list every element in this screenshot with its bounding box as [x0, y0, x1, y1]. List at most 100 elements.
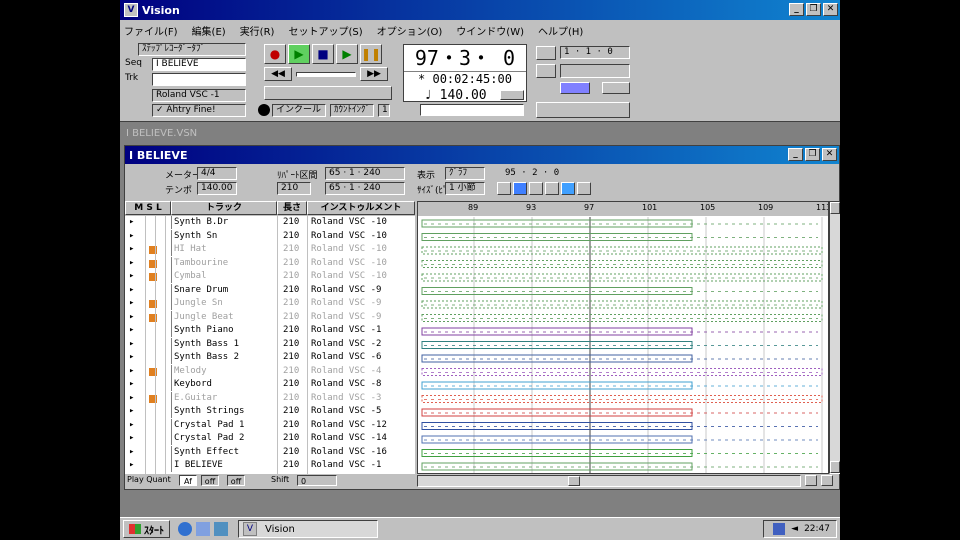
track-instrument[interactable]: Roland VSC -1	[311, 459, 381, 472]
track-row[interactable]: ▸ Keybord 210 Roland VSC -8	[125, 378, 415, 392]
measure-ruler[interactable]: 89 93 97 101 105 109 113	[418, 202, 828, 216]
quant-off-1[interactable]: off	[201, 475, 219, 486]
graphic-overview[interactable]: 89 93 97 101 105 109 113	[417, 201, 829, 474]
track-instrument[interactable]: Roland VSC -10	[311, 270, 387, 283]
track-play-arrow-icon[interactable]: ▸	[129, 365, 134, 378]
rewind-button[interactable]: ◀◀	[264, 67, 292, 81]
doc-restore-button[interactable]: ❐	[805, 148, 820, 161]
record-button[interactable]: ●	[264, 44, 286, 64]
fast-forward-button[interactable]: ▶▶	[360, 67, 388, 81]
scroll-down-arrow-icon[interactable]	[830, 461, 840, 473]
track-instrument[interactable]: Roland VSC -10	[311, 230, 387, 243]
start-button[interactable]: ｽﾀｰﾄ	[123, 520, 170, 538]
track-instrument[interactable]: Roland VSC -10	[311, 243, 387, 256]
track-play-arrow-icon[interactable]: ▸	[129, 419, 134, 432]
tempo-button[interactable]	[500, 90, 524, 100]
track-lanes[interactable]	[418, 217, 829, 474]
track-instrument[interactable]: Roland VSC -9	[311, 297, 381, 310]
tempo-field[interactable]: 140.00	[197, 182, 237, 195]
track-name[interactable]: Cymbal	[171, 270, 207, 283]
scroll-thumb[interactable]	[568, 476, 580, 486]
scale-select[interactable]: 1 小節	[445, 182, 485, 195]
track-row[interactable]: ▸ Synth Effect 210 Roland VSC -16	[125, 445, 415, 460]
vertical-scrollbar[interactable]	[829, 201, 840, 474]
loop-length-field[interactable]: 210	[277, 182, 311, 195]
play-button[interactable]: ▶	[288, 44, 310, 64]
track-play-arrow-icon[interactable]: ▸	[129, 243, 134, 256]
track-instrument[interactable]: Roland VSC -9	[311, 284, 381, 297]
track-play-arrow-icon[interactable]: ▸	[129, 432, 134, 445]
note-tool-icon[interactable]	[577, 182, 591, 195]
menu-setup[interactable]: セットアップ(S)	[288, 23, 362, 38]
track-row[interactable]: ▸ Jungle Beat 210 Roland VSC -9	[125, 310, 415, 325]
position-slider[interactable]	[296, 72, 356, 77]
zoom-tool-icon[interactable]	[561, 182, 575, 195]
instrument-field[interactable]: Roland VSC -1	[152, 89, 246, 102]
select-tool-icon[interactable]	[529, 182, 543, 195]
track-row[interactable]: ▸ Tambourine 210 Roland VSC -10	[125, 256, 415, 271]
sync-value[interactable]: 1	[378, 104, 390, 117]
track-instrument[interactable]: Roland VSC -9	[311, 311, 381, 324]
locator-field-2[interactable]	[560, 64, 630, 78]
doc-minimize-button[interactable]: _	[788, 148, 803, 161]
track-play-arrow-icon[interactable]: ▸	[129, 297, 134, 310]
track-row[interactable]: ▸ Synth Bass 1 210 Roland VSC -2	[125, 337, 415, 352]
track-name[interactable]: Snare Drum	[171, 283, 228, 297]
menu-help[interactable]: ヘルプ(H)	[538, 23, 583, 38]
track-row[interactable]: ▸ Jungle Sn 210 Roland VSC -9	[125, 297, 415, 311]
input-field[interactable]: インクール	[272, 104, 326, 117]
meter-field[interactable]: 4/4	[197, 167, 237, 180]
menu-run[interactable]: 実行(R)	[240, 23, 275, 38]
track-name[interactable]: Synth Effect	[171, 445, 239, 459]
track-row[interactable]: ▸ Synth B.Dr 210 Roland VSC -10	[125, 216, 415, 230]
track-row[interactable]: ▸ HI Hat 210 Roland VSC -10	[125, 243, 415, 257]
locator-go-button[interactable]	[536, 64, 556, 78]
minimize-button[interactable]: _	[789, 3, 804, 16]
range-tool-icon[interactable]	[545, 182, 559, 195]
sync-field[interactable]: ｶｳﾝﾄｲﾝｸﾞ	[330, 104, 374, 117]
track-play-arrow-icon[interactable]: ▸	[129, 392, 134, 405]
track-instrument[interactable]: Roland VSC -8	[311, 378, 381, 391]
mode-field[interactable]: ｽﾃｯﾌﾟﾚｺｰﾀﾞｰﾀﾌﾞ	[138, 43, 246, 56]
track-row[interactable]: ▸ Crystal Pad 1 210 Roland VSC -12	[125, 418, 415, 433]
track-name[interactable]: Synth B.Dr	[171, 216, 228, 229]
track-play-arrow-icon[interactable]: ▸	[129, 311, 134, 324]
track-play-arrow-icon[interactable]: ▸	[129, 230, 134, 243]
track-name[interactable]: Crystal Pad 2	[171, 432, 244, 445]
track-play-arrow-icon[interactable]: ▸	[129, 257, 134, 270]
menu-options[interactable]: オプション(O)	[377, 23, 443, 38]
locator-set-button[interactable]	[536, 46, 556, 60]
track-row[interactable]: ▸ Melody 210 Roland VSC -4	[125, 364, 415, 379]
track-instrument[interactable]: Roland VSC -4	[311, 365, 381, 378]
close-button[interactable]: ✕	[823, 3, 838, 16]
track-name[interactable]: Melody	[171, 364, 207, 378]
scroll-up-arrow-icon[interactable]	[830, 202, 840, 214]
track-instrument[interactable]: Roland VSC -5	[311, 405, 381, 418]
punch-button[interactable]	[602, 82, 630, 94]
track-name[interactable]: HI Hat	[171, 243, 207, 256]
track-play-arrow-icon[interactable]: ▸	[129, 284, 134, 297]
track-play-arrow-icon[interactable]: ▸	[129, 459, 134, 472]
zoom-in-icon[interactable]	[805, 475, 817, 486]
ie-icon[interactable]	[178, 522, 192, 536]
outlook-icon[interactable]	[196, 522, 210, 536]
desktop-icon[interactable]	[214, 522, 228, 536]
track-play-arrow-icon[interactable]: ▸	[129, 324, 134, 337]
mode-toggle-button[interactable]	[560, 82, 590, 94]
flags-header[interactable]: M S L	[125, 201, 171, 215]
window-shortcut-buttons[interactable]	[536, 102, 630, 118]
loop-start-field[interactable]: 65 · 1 · 240	[325, 167, 405, 180]
track-row[interactable]: ▸ Synth Sn 210 Roland VSC -10	[125, 229, 415, 244]
track-instrument[interactable]: Roland VSC -16	[311, 446, 387, 459]
track-row[interactable]: ▸ I BELIEVE 210 Roland VSC -1	[125, 459, 415, 473]
taskbar-vision[interactable]: V Vision	[238, 520, 378, 538]
restore-button[interactable]: ❐	[806, 3, 821, 16]
track-name[interactable]: Synth Bass 2	[171, 351, 239, 364]
track-header[interactable]: トラック	[171, 201, 277, 215]
track-play-arrow-icon[interactable]: ▸	[129, 446, 134, 459]
track-select-buttons[interactable]	[264, 86, 392, 100]
menu-edit[interactable]: 編集(E)	[192, 23, 226, 38]
track-name[interactable]: Tambourine	[171, 256, 228, 270]
track-play-arrow-icon[interactable]: ▸	[129, 338, 134, 351]
track-name[interactable]: Jungle Beat	[171, 310, 234, 324]
